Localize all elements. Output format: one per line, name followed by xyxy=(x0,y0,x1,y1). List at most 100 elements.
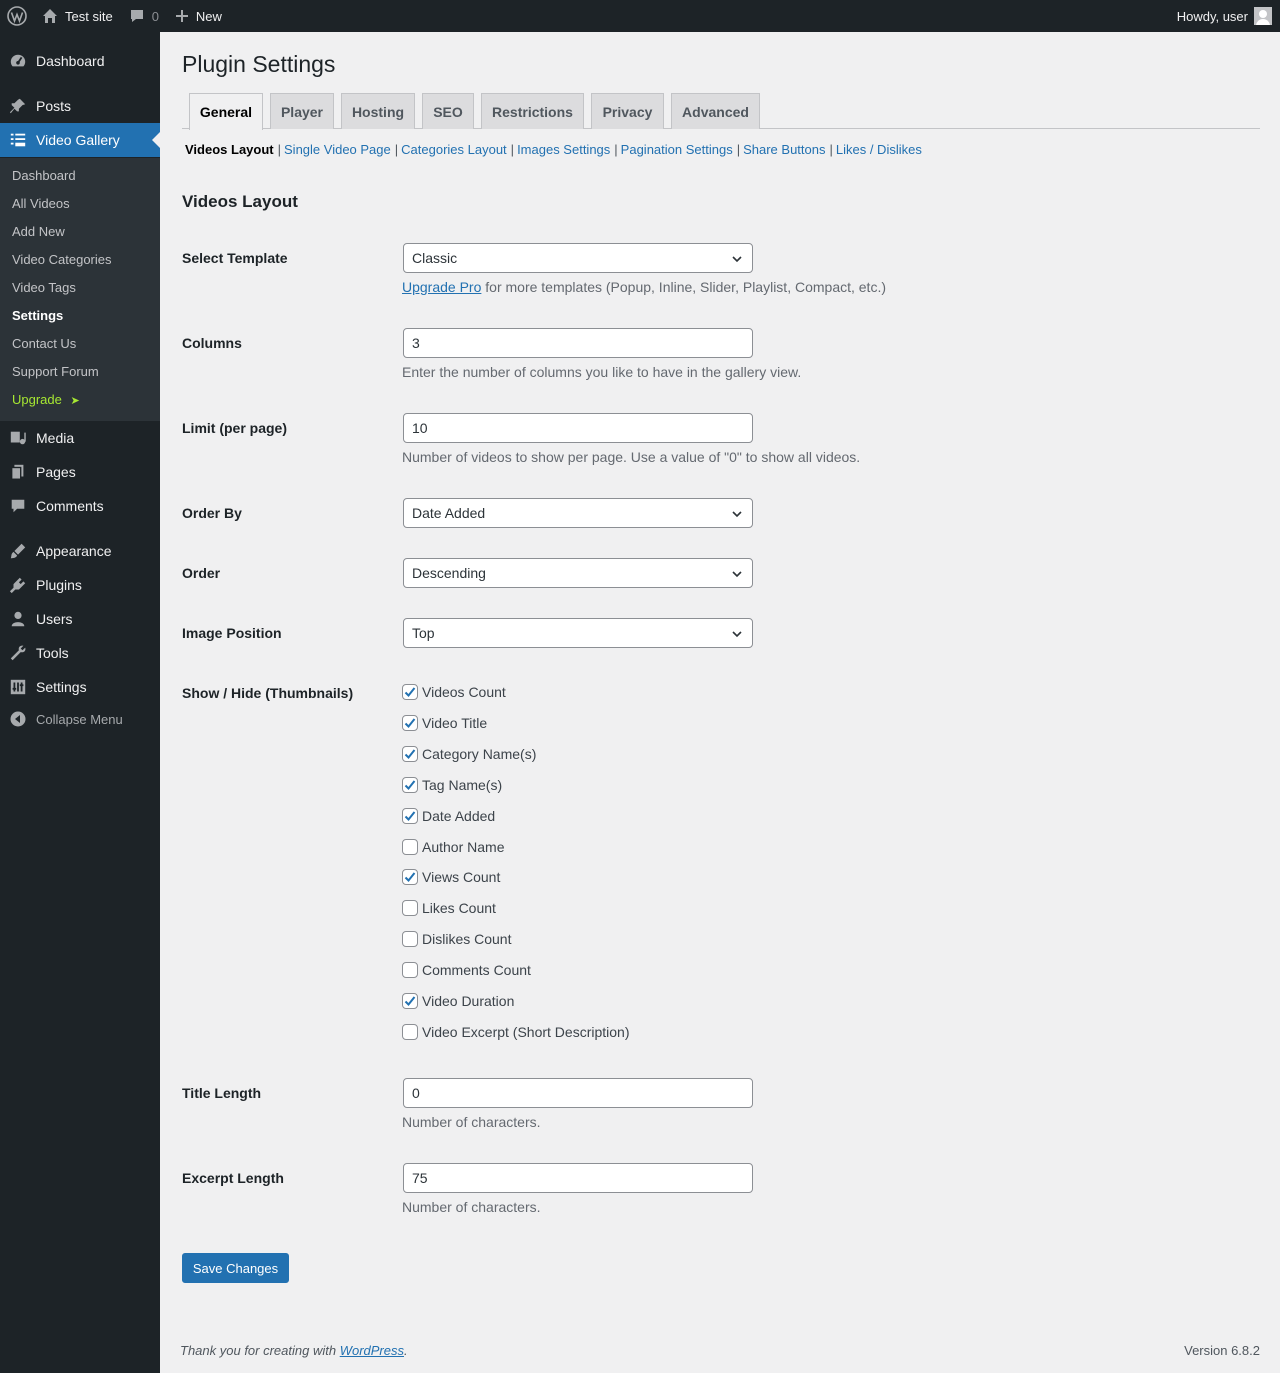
sidebar-item-video-gallery[interactable]: Video Gallery xyxy=(0,123,160,157)
checkbox-unchecked[interactable] xyxy=(402,1024,418,1040)
sidebar-item-plugins[interactable]: Plugins xyxy=(0,568,160,602)
site-name-link[interactable]: Test site xyxy=(34,0,121,32)
checkmark-icon xyxy=(404,780,416,790)
pages-icon xyxy=(0,463,36,481)
checkbox-option[interactable]: Likes Count xyxy=(402,898,496,918)
sidebar-item-label: Comments xyxy=(36,498,104,514)
limit-input[interactable]: 10 xyxy=(403,413,753,443)
sidebar-item-tools[interactable]: Tools xyxy=(0,636,160,670)
wordpress-link[interactable]: WordPress xyxy=(340,1343,404,1358)
new-content-link[interactable]: New xyxy=(167,0,230,32)
subsection-categories-layout[interactable]: Categories Layout xyxy=(401,142,507,157)
checkbox-checked[interactable] xyxy=(402,746,418,762)
checkbox-label: Category Name(s) xyxy=(422,746,537,762)
collapse-menu-button[interactable]: Collapse Menu xyxy=(0,702,160,736)
account-menu[interactable]: Howdy, user xyxy=(1177,0,1272,32)
checkbox-option[interactable]: Comments Count xyxy=(402,960,531,980)
sidebar-item-pages[interactable]: Pages xyxy=(0,455,160,489)
tab-hosting[interactable]: Hosting xyxy=(341,93,415,129)
plugin-icon xyxy=(0,576,36,594)
submenu-video-tags[interactable]: Video Tags xyxy=(12,278,76,298)
sidebar-item-posts[interactable]: Posts xyxy=(0,89,160,123)
checkbox-unchecked[interactable] xyxy=(402,931,418,947)
submenu-support-forum[interactable]: Support Forum xyxy=(12,362,99,382)
subsection-videos-layout[interactable]: Videos Layout xyxy=(185,142,274,157)
sidebar-item-media[interactable]: Media xyxy=(0,421,160,455)
tab-general[interactable]: General xyxy=(189,93,263,130)
checkbox-option[interactable]: Video Excerpt (Short Description) xyxy=(402,1022,630,1042)
checkbox-option[interactable]: Video Title xyxy=(402,713,487,733)
excerpt-length-input[interactable]: 75 xyxy=(403,1163,753,1193)
comment-icon xyxy=(0,497,36,515)
subsection-share-buttons[interactable]: Share Buttons xyxy=(743,142,825,157)
pin-icon xyxy=(0,97,36,115)
footer-thanks-suffix: . xyxy=(404,1343,408,1358)
settings-tabs: General Player Hosting SEO Restrictions … xyxy=(182,93,1260,130)
wrench-icon xyxy=(0,644,36,662)
checkbox-option[interactable]: Videos Count xyxy=(402,682,506,702)
submenu-settings[interactable]: Settings xyxy=(12,306,63,326)
checkbox-checked[interactable] xyxy=(402,993,418,1009)
submenu-contact-us[interactable]: Contact Us xyxy=(12,334,76,354)
tab-restrictions[interactable]: Restrictions xyxy=(481,93,584,129)
checkbox-checked[interactable] xyxy=(402,869,418,885)
show-hide-label: Show / Hide (Thumbnails) xyxy=(182,685,354,701)
upgrade-pro-link[interactable]: Upgrade Pro xyxy=(402,279,481,295)
checkbox-label: Video Title xyxy=(422,715,488,731)
sidebar-item-settings[interactable]: Settings xyxy=(0,670,160,704)
sidebar-item-users[interactable]: Users xyxy=(0,602,160,636)
submenu-all-videos[interactable]: All Videos xyxy=(12,194,70,214)
sidebar-item-dashboard[interactable]: Dashboard xyxy=(0,44,160,78)
video-list-icon xyxy=(0,131,36,149)
checkbox-option[interactable]: Tag Name(s) xyxy=(402,775,502,795)
checkbox-checked[interactable] xyxy=(402,715,418,731)
checkbox-checked[interactable] xyxy=(402,808,418,824)
save-changes-button[interactable]: Save Changes xyxy=(182,1253,289,1283)
tab-player[interactable]: Player xyxy=(270,93,334,129)
checkbox-option[interactable]: Author Name xyxy=(402,837,504,857)
howdy-text: Howdy, user xyxy=(1176,8,1248,24)
order-select[interactable]: Descending xyxy=(403,558,753,588)
order-by-value: Date Added xyxy=(412,505,486,521)
checkbox-label: Video Excerpt (Short Description) xyxy=(422,1024,630,1040)
comments-link[interactable]: 0 xyxy=(121,0,167,32)
image-position-select[interactable]: Top xyxy=(403,618,753,648)
sidebar-item-label: Media xyxy=(36,430,75,446)
submenu-upgrade[interactable]: Upgrade ➤ xyxy=(12,390,80,410)
upgrade-label: Upgrade xyxy=(12,392,62,407)
submenu-add-new[interactable]: Add New xyxy=(12,222,65,242)
sidebar-item-appearance[interactable]: Appearance xyxy=(0,534,160,568)
checkbox-checked[interactable] xyxy=(402,684,418,700)
order-by-select[interactable]: Date Added xyxy=(403,498,753,528)
checkbox-option[interactable]: Dislikes Count xyxy=(402,929,511,949)
checkbox-unchecked[interactable] xyxy=(402,900,418,916)
title-length-description: Number of characters. xyxy=(402,1114,541,1130)
checkbox-unchecked[interactable] xyxy=(402,962,418,978)
subsection-likes-dislikes[interactable]: Likes / Dislikes xyxy=(836,142,922,157)
checkbox-option[interactable]: Category Name(s) xyxy=(402,744,536,764)
checkbox-option[interactable]: Video Duration xyxy=(402,991,514,1011)
separator: | xyxy=(614,142,618,157)
settings-icon xyxy=(0,678,36,696)
sidebar-item-comments[interactable]: Comments xyxy=(0,489,160,523)
brush-icon xyxy=(0,542,36,560)
title-length-input[interactable]: 0 xyxy=(403,1078,753,1108)
subsection-single-video-page[interactable]: Single Video Page xyxy=(284,142,391,157)
template-description-text: for more templates (Popup, Inline, Slide… xyxy=(481,279,887,295)
checkbox-option[interactable]: Views Count xyxy=(402,867,500,887)
submenu-video-categories[interactable]: Video Categories xyxy=(12,250,112,270)
columns-input[interactable]: 3 xyxy=(403,328,753,358)
tab-seo[interactable]: SEO xyxy=(422,93,474,129)
template-select[interactable]: Classic xyxy=(403,243,753,273)
checkbox-checked[interactable] xyxy=(402,777,418,793)
checkbox-option[interactable]: Date Added xyxy=(402,806,495,826)
sidebar-item-label: Settings xyxy=(36,679,87,695)
tab-privacy[interactable]: Privacy xyxy=(591,93,664,129)
subsection-images-settings[interactable]: Images Settings xyxy=(517,142,610,157)
submenu-dashboard[interactable]: Dashboard xyxy=(12,166,76,186)
checkbox-unchecked[interactable] xyxy=(402,839,418,855)
tab-advanced[interactable]: Advanced xyxy=(671,93,760,129)
subsection-pagination-settings[interactable]: Pagination Settings xyxy=(621,142,733,157)
footer-thanks-prefix: Thank you for creating with xyxy=(180,1343,340,1358)
wordpress-logo-icon[interactable] xyxy=(0,0,34,32)
